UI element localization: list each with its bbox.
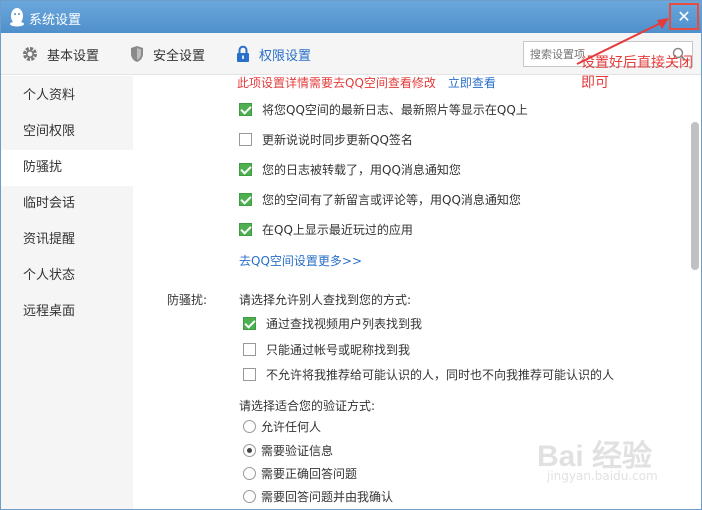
option-label: 只能通过帐号或昵称找到我 xyxy=(266,343,411,357)
checkbox[interactable] xyxy=(243,343,256,356)
radio-button[interactable] xyxy=(243,444,256,457)
tab-privilege-settings[interactable]: 权限设置 xyxy=(235,44,311,64)
tab-basic-settings[interactable]: 基本设置 xyxy=(21,44,99,64)
option-label: 您的空间有了新留言或评论等，用QQ消息通知您 xyxy=(262,193,521,207)
sidebar-item-personal-status[interactable]: 个人状态 xyxy=(1,258,133,294)
checkbox[interactable] xyxy=(239,133,252,146)
option-label: 需要正确回答问题 xyxy=(261,467,358,481)
space-option-comment-notify[interactable]: 您的空间有了新留言或评论等，用QQ消息通知您 xyxy=(239,191,521,208)
sidebar-item-profile[interactable]: 个人资料 xyxy=(1,78,133,114)
checkbox[interactable] xyxy=(243,368,256,381)
window-title: 系统设置 xyxy=(29,13,82,28)
space-option-sync-signature[interactable]: 更新说说时同步更新QQ签名 xyxy=(239,131,413,148)
checkbox[interactable] xyxy=(243,317,256,330)
verify-option-anyone[interactable]: 允许任何人 xyxy=(243,418,321,435)
content-scrollbar[interactable] xyxy=(689,76,701,509)
sidebar-item-remote-desktop[interactable]: 远程桌面 xyxy=(1,294,133,330)
tab-label: 安全设置 xyxy=(153,48,206,64)
close-button[interactable]: ✕ xyxy=(669,3,699,30)
option-label: 允许任何人 xyxy=(261,420,322,434)
option-label: 通过查找视频用户列表找到我 xyxy=(266,317,423,331)
verify-option-answer-and-confirm[interactable]: 需要回答问题并由我确认 xyxy=(243,488,393,505)
space-option-repost-notify[interactable]: 您的日志被转载了，用QQ消息通知您 xyxy=(239,161,461,178)
gear-icon xyxy=(23,47,37,61)
radio-button[interactable] xyxy=(243,490,256,503)
radio-button[interactable] xyxy=(243,467,256,480)
checkbox[interactable] xyxy=(239,163,252,176)
title-bar[interactable]: 系统设置 ✕ xyxy=(1,1,701,33)
sidebar-item-temp-session[interactable]: 临时会话 xyxy=(1,186,133,222)
option-label: 在QQ上显示最近玩过的应用 xyxy=(262,223,413,237)
close-icon: ✕ xyxy=(677,7,691,26)
tab-security-settings[interactable]: 安全设置 xyxy=(129,44,205,64)
anti-harass-section-label: 防骚扰: xyxy=(167,293,208,307)
warning-text: 此项设置详情需要去QQ空间查看修改 xyxy=(237,76,436,90)
sidebar-item-news-alert[interactable]: 资讯提醒 xyxy=(1,222,133,258)
settings-content: 此项设置详情需要去QQ空间查看修改 立即查看 将您QQ空间的最新日志、最新照片等显… xyxy=(133,76,688,509)
space-option-recent-apps[interactable]: 在QQ上显示最近玩过的应用 xyxy=(239,221,413,238)
qq-penguin-icon xyxy=(10,8,24,27)
space-warning: 此项设置详情需要去QQ空间查看修改 立即查看 xyxy=(237,76,496,91)
settings-sidebar: 个人资料 空间权限 防骚扰 临时会话 资讯提醒 个人状态 远程桌面 xyxy=(1,76,133,509)
lock-icon xyxy=(237,45,249,62)
option-label: 不允许将我推荐给可能认识的人，同时也不向我推荐可能认识的人 xyxy=(266,368,615,382)
shield-icon xyxy=(131,46,143,62)
radio-button[interactable] xyxy=(243,420,256,433)
view-now-link[interactable]: 立即查看 xyxy=(448,76,496,90)
find-method-question: 请选择允许别人查找到您的方式: xyxy=(239,293,412,307)
verify-option-verification-info[interactable]: 需要验证信息 xyxy=(243,442,333,459)
sidebar-item-space-permission[interactable]: 空间权限 xyxy=(1,114,133,150)
checkbox[interactable] xyxy=(239,103,252,116)
find-option-video-list[interactable]: 通过查找视频用户列表找到我 xyxy=(243,315,422,332)
tab-label: 权限设置 xyxy=(259,48,312,64)
checkbox[interactable] xyxy=(239,223,252,236)
option-label: 需要验证信息 xyxy=(261,444,334,458)
option-label: 需要回答问题并由我确认 xyxy=(261,490,394,504)
space-option-show-latest[interactable]: 将您QQ空间的最新日志、最新照片等显示在QQ上 xyxy=(239,101,528,118)
verify-option-correct-answer[interactable]: 需要正确回答问题 xyxy=(243,465,357,482)
option-label: 更新说说时同步更新QQ签名 xyxy=(262,133,413,147)
sidebar-item-anti-harass[interactable]: 防骚扰 xyxy=(1,150,133,186)
option-label: 将您QQ空间的最新日志、最新照片等显示在QQ上 xyxy=(262,103,528,117)
option-label: 您的日志被转载了，用QQ消息通知您 xyxy=(262,163,461,177)
verify-method-question: 请选择适合您的验证方式: xyxy=(239,399,376,413)
tab-label: 基本设置 xyxy=(47,48,100,64)
settings-window: 系统设置 ✕ 基本设置 安全设置 权限设置 搜索设置项 个人资料 空间权限 防骚… xyxy=(0,0,702,510)
checkbox[interactable] xyxy=(239,193,252,206)
more-space-settings-link[interactable]: 去QQ空间设置更多>> xyxy=(239,252,362,269)
scrollbar-thumb[interactable] xyxy=(691,122,699,270)
annotation-text: 设置好后直接关闭即可 xyxy=(581,55,693,91)
find-option-account-only[interactable]: 只能通过帐号或昵称找到我 xyxy=(243,341,410,358)
find-option-no-recommend[interactable]: 不允许将我推荐给可能认识的人，同时也不向我推荐可能认识的人 xyxy=(243,366,614,383)
